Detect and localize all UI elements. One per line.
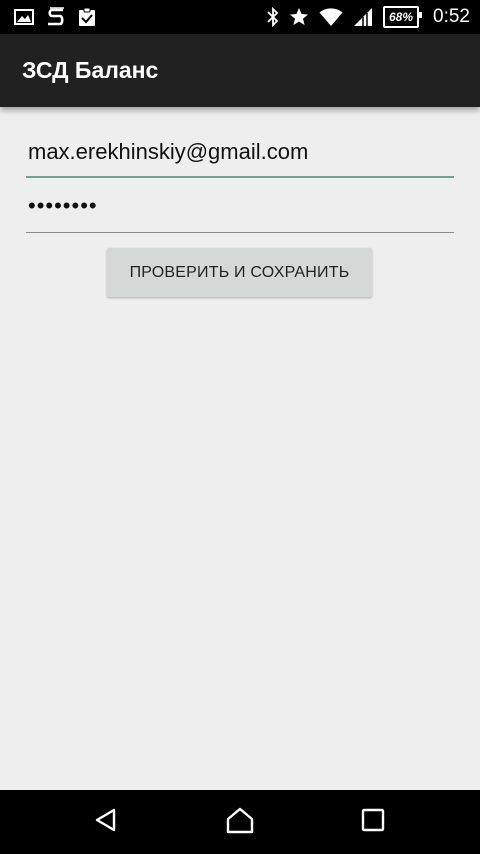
password-field-container: [26, 188, 454, 233]
star-icon: [289, 7, 309, 27]
status-bar: 68% 0:52: [0, 0, 480, 34]
password-field[interactable]: [26, 188, 454, 224]
home-icon: [225, 806, 255, 839]
signal-icon: [353, 7, 373, 27]
navigation-bar: [0, 790, 480, 854]
system-status-icons: 68% 0:52: [267, 0, 470, 34]
app-bar: ЗСД Баланс: [0, 34, 480, 107]
notification-icons: [14, 0, 96, 34]
clock: 0:52: [433, 6, 470, 27]
back-icon: [93, 807, 119, 838]
s-app-notification-icon: [46, 6, 66, 28]
recents-button[interactable]: [333, 790, 413, 854]
recents-icon: [361, 808, 385, 837]
back-button[interactable]: [66, 790, 146, 854]
battery-indicator: 68%: [382, 6, 423, 28]
bluetooth-icon: [267, 7, 279, 27]
page-title: ЗСД Баланс: [22, 57, 159, 83]
password-field-underline: [26, 232, 454, 233]
wifi-icon: [319, 7, 343, 27]
gallery-notification-icon: [14, 8, 34, 26]
email-field-underline: [26, 176, 454, 178]
email-field-container: [26, 134, 454, 178]
check-and-save-button[interactable]: ПРОВЕРИТЬ И СОХРАНИТЬ: [107, 248, 372, 297]
clipboard-check-notification-icon: [78, 7, 96, 27]
home-button[interactable]: [200, 790, 280, 854]
email-field[interactable]: [26, 134, 454, 170]
